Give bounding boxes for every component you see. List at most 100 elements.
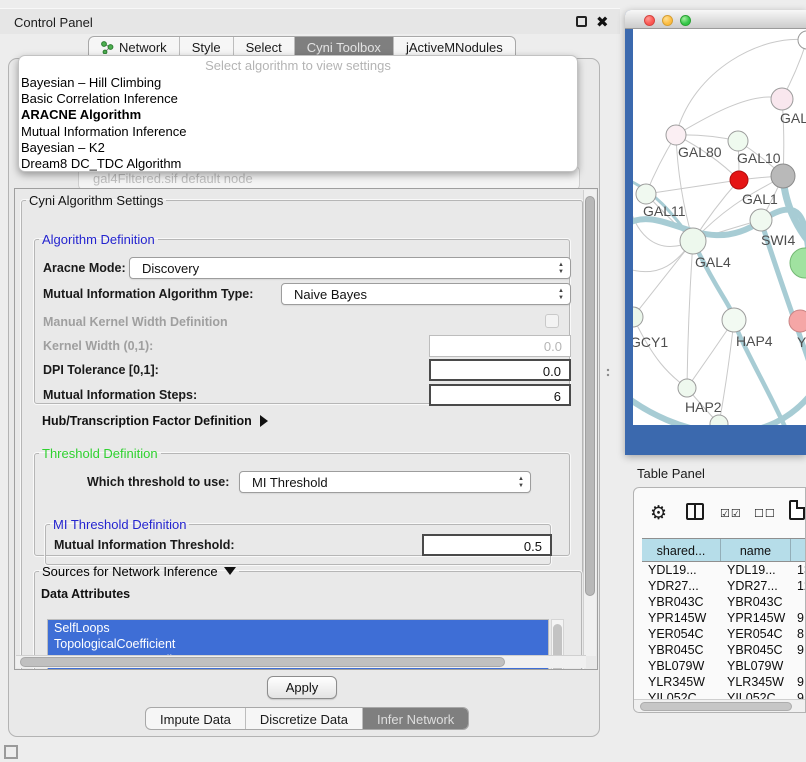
dropdown-placeholder: Select algorithm to view settings	[19, 58, 577, 75]
collapsed-arrow-icon	[260, 415, 268, 427]
hub-definition-toggle[interactable]: Hub/Transcription Factor Definition	[42, 414, 268, 428]
network-graph: GAL GAL80 GAL10 GAL1 GAL11 SWI4 GAL4 GCY…	[633, 29, 806, 425]
table-horizontal-scrollbar[interactable]	[634, 699, 806, 713]
select-all-checkboxes-icon[interactable]: ☑☑	[720, 507, 742, 520]
network-window-titlebar[interactable]	[625, 10, 806, 29]
collapsed-panel-icon[interactable]	[4, 745, 18, 759]
mi-algorithm-type-select[interactable]: Naive Bayes ▲▼	[281, 283, 571, 305]
mi-steps-input[interactable]: 6	[429, 384, 571, 406]
stepper-arrows-icon: ▲▼	[558, 262, 564, 276]
table-panel-title: Table Panel	[637, 466, 705, 481]
zoom-traffic-light-icon[interactable]	[680, 15, 691, 26]
minimize-traffic-light-icon[interactable]	[662, 15, 673, 26]
algorithm-definition-group: Algorithm Definition Aracne Mode: Discov…	[34, 232, 570, 404]
node-label: Y	[797, 334, 806, 350]
manual-kernel-row: Manual Kernel Width Definition	[43, 311, 561, 333]
node-hap2	[678, 379, 696, 397]
table-row[interactable]: YBR045CYBR045C9.	[642, 642, 806, 658]
node-gal1	[730, 171, 748, 189]
mi-steps-label: Mutual Information Steps:	[43, 388, 197, 402]
list-item[interactable]: TopologicalCoefficient	[48, 636, 548, 652]
node-table: shared... name YDL19...YDL19...13 YDR27.…	[642, 538, 806, 706]
node-hap4	[722, 308, 746, 332]
dropdown-item[interactable]: Bayesian – K2	[19, 140, 577, 156]
gear-icon[interactable]: ⚙	[650, 502, 667, 525]
scrollbar-thumb[interactable]	[585, 196, 595, 596]
threshold-definition-title: Threshold Definition	[39, 446, 161, 461]
which-threshold-row: Which threshold to use: MI Threshold ▲▼	[43, 471, 561, 493]
expanded-arrow-icon	[224, 567, 236, 575]
node-green	[790, 248, 806, 278]
kernel-width-input[interactable]: 0.0	[429, 335, 571, 357]
columns-icon[interactable]	[686, 503, 704, 520]
export-table-icon[interactable]	[789, 500, 805, 520]
node-label: SWI4	[761, 232, 795, 248]
table-panel: ⚙ ☑☑ ☐☐ shared... name YDL19...YDL19...1…	[633, 487, 806, 713]
cyni-algorithm-settings-group: Cyni Algorithm Settings Algorithm Defini…	[21, 193, 583, 670]
float-window-icon[interactable]	[576, 16, 587, 27]
list-item[interactable]: gal4RGexp	[48, 668, 548, 670]
dropdown-item[interactable]: Bayesian – Hill Climbing	[19, 75, 577, 91]
mi-threshold-input[interactable]: 0.5	[422, 534, 552, 556]
manual-kernel-label: Manual Kernel Width Definition	[43, 315, 228, 329]
tab-discretize-data[interactable]: Discretize Data	[246, 708, 363, 729]
node-label: HAP2	[685, 399, 722, 415]
which-threshold-select[interactable]: MI Threshold ▲▼	[239, 471, 531, 493]
table-row[interactable]: YBL079WYBL079W	[642, 658, 806, 674]
stepper-arrows-icon: ▲▼	[558, 288, 564, 302]
aracne-mode-label: Aracne Mode:	[43, 261, 126, 275]
dpi-tolerance-label: DPI Tolerance [0,1]:	[43, 363, 159, 377]
network-view-window: GAL GAL80 GAL10 GAL1 GAL11 SWI4 GAL4 GCY…	[625, 10, 806, 455]
kernel-width-row: Kernel Width (0,1): 0.0	[43, 335, 561, 357]
table-row[interactable]: YDR27...YDR27...12	[642, 578, 806, 594]
dropdown-item[interactable]: Dream8 DC_TDC Algorithm	[19, 156, 577, 172]
apply-button[interactable]: Apply	[267, 676, 337, 699]
control-panel-titlebar: Control Panel ✖	[0, 8, 620, 34]
close-icon[interactable]: ✖	[596, 13, 609, 31]
aracne-mode-select[interactable]: Discovery ▲▼	[129, 257, 571, 279]
list-item[interactable]: SelfLoops	[48, 620, 548, 636]
scrollbar-thumb[interactable]	[20, 657, 505, 667]
node-salmon	[789, 310, 806, 332]
close-traffic-light-icon[interactable]	[644, 15, 655, 26]
tab-infer-network[interactable]: Infer Network	[363, 708, 468, 729]
splitter-grip[interactable]	[606, 368, 611, 378]
dpi-tolerance-input[interactable]: 0.0	[429, 359, 571, 381]
aracne-mode-row: Aracne Mode: Discovery ▲▼	[43, 257, 561, 279]
table-row[interactable]: YDL19...YDL19...13	[642, 562, 806, 578]
mi-threshold-row: Mutual Information Threshold: 0.5	[54, 534, 542, 556]
settings-horizontal-scrollbar[interactable]	[16, 655, 586, 668]
mi-threshold-definition-group: MI Threshold Definition Mutual Informati…	[45, 517, 551, 565]
tab-impute-data[interactable]: Impute Data	[146, 708, 246, 729]
scrollbar-thumb[interactable]	[640, 702, 792, 711]
node-gal11	[636, 184, 656, 204]
table-row[interactable]: YBR043CYBR043C	[642, 594, 806, 610]
table-row[interactable]: YLR345WYLR345W9.	[642, 674, 806, 690]
dpi-tolerance-row: DPI Tolerance [0,1]: 0.0	[43, 359, 561, 381]
algorithm-definition-title: Algorithm Definition	[39, 232, 158, 247]
dropdown-item[interactable]: Mutual Information Inference	[19, 124, 577, 140]
stepper-arrows-icon: ▲▼	[518, 476, 524, 490]
mi-algorithm-type-label: Mutual Information Algorithm Type:	[43, 287, 253, 301]
node-gal4	[680, 228, 706, 254]
data-attributes-label: Data Attributes	[41, 587, 130, 601]
node-gray	[771, 164, 795, 188]
deselect-all-checkboxes-icon[interactable]: ☐☐	[754, 507, 776, 520]
kernel-width-label: Kernel Width (0,1):	[43, 339, 153, 353]
dropdown-item-selected[interactable]: ARACNE Algorithm	[19, 107, 577, 123]
mi-threshold-definition-title: MI Threshold Definition	[50, 517, 189, 532]
manual-kernel-checkbox[interactable]	[545, 314, 559, 328]
column-header[interactable]: shared...	[642, 539, 721, 561]
settings-vertical-scrollbar[interactable]	[583, 190, 596, 656]
node-label: GAL10	[737, 150, 781, 166]
table-row[interactable]: YPR145WYPR145W9.	[642, 610, 806, 626]
column-header[interactable]	[791, 539, 806, 561]
column-header[interactable]: name	[721, 539, 791, 561]
network-canvas[interactable]: GAL GAL80 GAL10 GAL1 GAL11 SWI4 GAL4 GCY…	[633, 29, 806, 425]
table-row[interactable]: YER054CYER054C8.	[642, 626, 806, 642]
node-label: GAL1	[742, 191, 778, 207]
sources-title: Sources for Network Inference	[39, 564, 239, 579]
network-icon	[101, 41, 114, 54]
dropdown-item[interactable]: Basic Correlation Inference	[19, 91, 577, 107]
mi-algorithm-type-row: Mutual Information Algorithm Type: Naive…	[43, 283, 561, 305]
